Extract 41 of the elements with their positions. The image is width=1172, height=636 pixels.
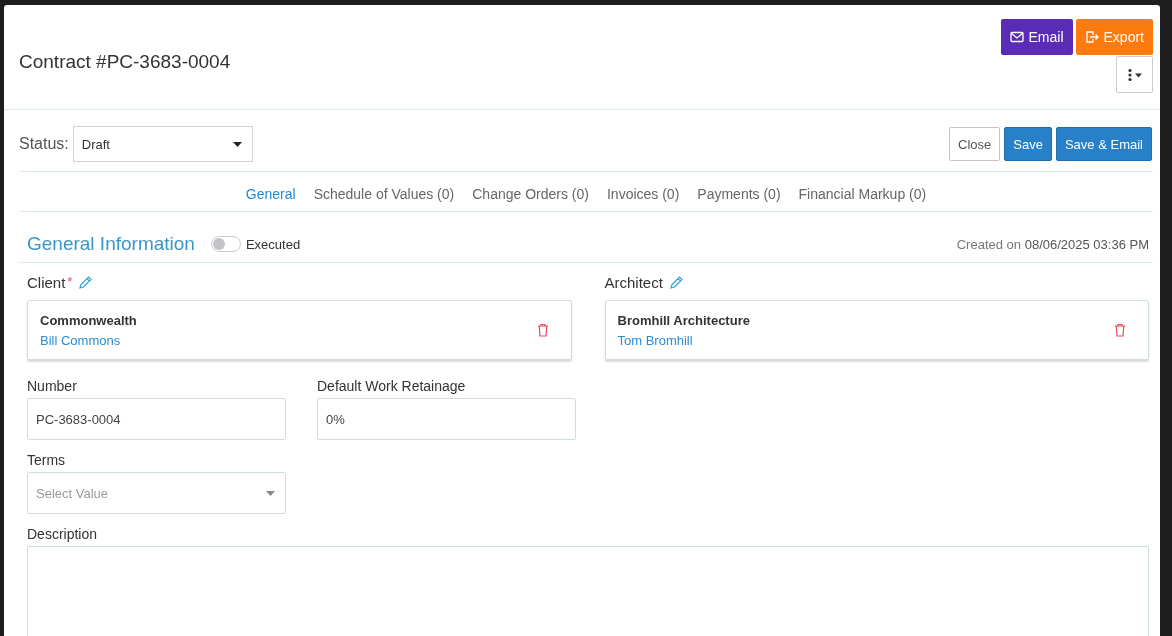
executed-toggle[interactable] [210,236,241,252]
field-label: Number [27,378,78,394]
kebab-caret-icon [1125,67,1144,82]
contact-link[interactable]: Bill Commons [40,332,137,348]
tab[interactable]: General [239,186,302,202]
tab[interactable]: Financial Markup (0) [792,186,933,202]
field-label: Description [27,526,99,542]
created-date: Created on 08/06/2025 03:36 PM [956,236,1149,252]
caret-icon [266,490,275,496]
field-label: Default Work Retainage [317,378,467,394]
edit-pencil-icon[interactable] [78,275,94,290]
section-title: General Information [27,233,195,255]
field-label: Architect [604,274,663,291]
email-button[interactable]: Email [1000,19,1073,55]
description-field[interactable] [27,546,1149,636]
input-field[interactable]: PC-3683-0004 [27,398,286,440]
tab[interactable]: Payments (0) [691,186,787,202]
field-label: Client [27,274,66,291]
save-button[interactable]: Save & Email [1055,127,1152,161]
tab[interactable]: Schedule of Values (0) [307,186,461,202]
caret-icon [232,141,242,147]
status-dropdown[interactable]: Draft [72,126,253,162]
input-field[interactable]: 0% [317,398,576,440]
toggle-label: Executed [245,236,301,252]
envelope-icon [1009,31,1024,43]
company-name: Bromhill Architecture [617,312,750,328]
tab[interactable]: Change Orders (0) [466,186,595,202]
trash-icon[interactable] [1114,323,1126,337]
export-icon [1084,30,1099,44]
trash-icon[interactable] [536,323,549,337]
more-options-button[interactable] [1116,56,1153,93]
save-button[interactable]: Save [1004,127,1052,161]
contract-title: Contract #PC-3683-0004 [19,51,231,74]
status-label: Status: [19,135,69,153]
field-label: Terms [27,452,67,468]
required-mark: * [67,274,73,289]
close-button[interactable]: Close [949,127,1001,161]
company-name: Commonwealth [40,312,137,328]
contact-link[interactable]: Tom Bromhill [617,332,750,348]
tab[interactable]: Invoices (0) [600,186,686,202]
edit-pencil-icon[interactable] [668,275,684,290]
